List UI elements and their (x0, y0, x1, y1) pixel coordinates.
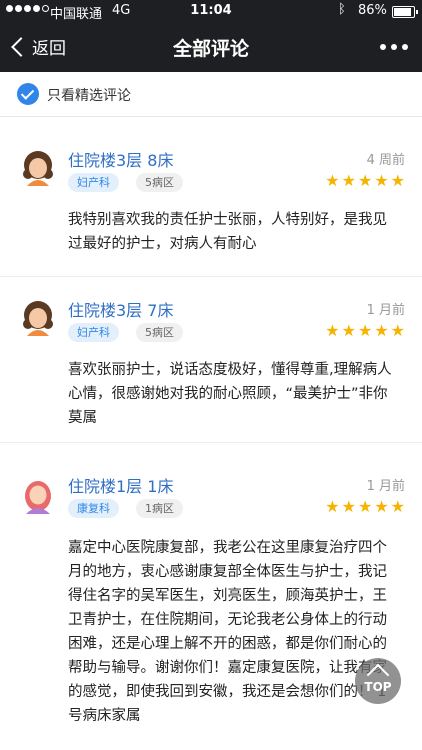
scroll-to-top-label: TOP (364, 680, 392, 694)
navigation-bar: 返回 全部评论 (0, 22, 422, 72)
review-content: 嘉定中心医院康复部，我老公在这里康复治疗四个月的地方，衷心感谢康复部全体医生与护… (68, 540, 387, 724)
star-icon: ★ (390, 171, 405, 190)
department-tag: 康复科 (68, 499, 119, 518)
nurse-avatar-icon (23, 151, 53, 186)
battery-percent: 86% (358, 3, 387, 18)
star-icon: ★ (374, 321, 389, 340)
ward-bed-label: 住院楼3层 7床 (68, 301, 174, 320)
review-item: 住院楼3层 7床 1 月前 妇产科 5病区 ★ ★ ★ ★ ★ 喜欢张丽护士，说… (0, 282, 422, 443)
back-label: 返回 (32, 39, 66, 59)
star-icon: ★ (390, 497, 405, 516)
star-icon: ★ (325, 171, 340, 190)
rating-stars: ★ ★ ★ ★ ★ (325, 499, 405, 515)
nurse-avatar-icon (25, 481, 51, 514)
nurse-avatar-icon (23, 301, 53, 336)
review-item: 住院楼3层 8床 4 周前 妇产科 5病区 ★ ★ ★ ★ ★ 我特别喜欢我的责… (0, 132, 422, 277)
chevron-left-icon (11, 36, 31, 57)
star-icon: ★ (357, 171, 373, 190)
back-button[interactable]: 返回 (10, 34, 66, 59)
ward-bed-label: 住院楼3层 8床 (68, 151, 174, 170)
ward-area-tag: 5病区 (136, 323, 183, 342)
department-tag: 妇产科 (68, 323, 119, 342)
rating-stars: ★ ★ ★ ★ ★ (325, 173, 405, 189)
star-icon: ★ (390, 321, 405, 340)
star-icon: ★ (374, 497, 389, 516)
star-icon: ★ (357, 321, 373, 340)
ward-area-tag: 1病区 (136, 499, 183, 518)
filter-bar: 只看精选评论 (0, 72, 422, 117)
review-time: 1 月前 (366, 479, 405, 494)
battery-icon (392, 6, 418, 18)
status-bar: 中国联通 4G 11:04 ᛒ 86% (0, 0, 422, 22)
scroll-to-top-button[interactable]: TOP (355, 658, 401, 704)
review-content: 喜欢张丽护士，说话态度极好，懂得尊重,理解病人心情，很感谢她对我的耐心照顾，“最… (68, 362, 392, 426)
ward-bed-label: 住院楼1层 1床 (68, 477, 174, 496)
star-icon: ★ (325, 321, 340, 340)
star-icon: ★ (341, 171, 356, 190)
featured-only-label[interactable]: 只看精选评论 (47, 85, 131, 105)
rating-stars: ★ ★ ★ ★ ★ (325, 323, 405, 339)
star-icon: ★ (341, 321, 356, 340)
bluetooth-icon: ᛒ (338, 2, 346, 17)
review-item: 住院楼1层 1床 1 月前 康复科 1病区 ★ ★ ★ ★ ★ 嘉定中心医院康复… (0, 458, 422, 750)
star-icon: ★ (357, 497, 373, 516)
star-icon: ★ (374, 171, 389, 190)
star-icon: ★ (341, 497, 356, 516)
review-content: 我特别喜欢我的责任护士张丽，人特别好，是我见过最好的护士，对病人有耐心 (68, 212, 387, 252)
review-time: 1 月前 (366, 303, 405, 318)
ward-area-tag: 5病区 (136, 173, 183, 192)
star-icon: ★ (325, 497, 340, 516)
featured-only-checkbox[interactable] (17, 83, 39, 105)
more-dots-icon[interactable] (380, 44, 408, 50)
review-time: 4 周前 (366, 153, 405, 168)
department-tag: 妇产科 (68, 173, 119, 192)
